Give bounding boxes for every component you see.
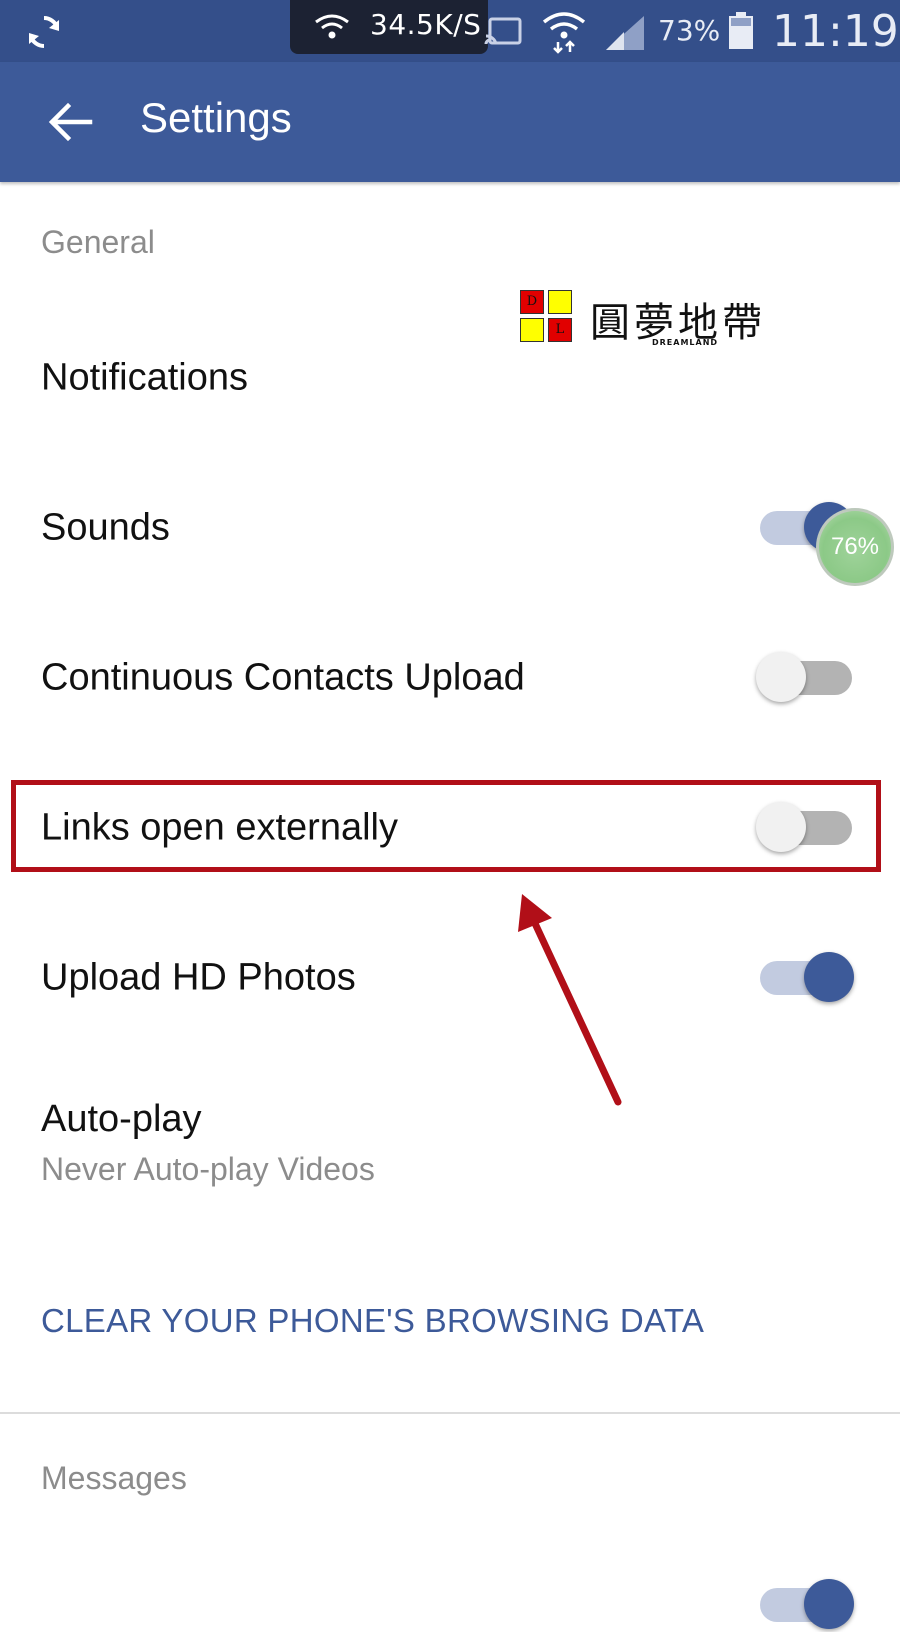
autoplay-title: Auto-play	[41, 1098, 202, 1140]
app-bar: Settings	[0, 62, 900, 182]
setting-row-sounds[interactable]: Sounds	[0, 458, 900, 598]
section-header-general: General	[41, 224, 155, 260]
sync-icon	[29, 16, 59, 48]
logo-square: D	[520, 290, 544, 314]
setting-row-contacts-upload[interactable]: Continuous Contacts Upload	[0, 608, 900, 748]
floating-progress-bubble[interactable]: 76%	[816, 508, 894, 586]
section-header-messages: Messages	[41, 1460, 187, 1496]
toggle-thumb	[756, 652, 806, 702]
divider	[0, 1412, 900, 1414]
network-speed-indicator: 34.5K/S	[290, 0, 488, 54]
status-bar: 34.5K/S 73% 11:19	[0, 0, 900, 62]
cell-signal-icon	[606, 16, 644, 50]
autoplay-value: Never Auto-play Videos	[41, 1151, 375, 1187]
setting-row-autoplay[interactable]: Auto-play Never Auto-play Videos	[41, 1098, 375, 1188]
contacts-upload-toggle[interactable]	[756, 651, 854, 705]
cast-icon	[484, 17, 522, 45]
logo-square	[520, 318, 544, 342]
upload-hd-toggle[interactable]	[758, 951, 854, 1005]
messages-toggle[interactable]	[758, 1578, 854, 1632]
network-speed: 34.5K/S	[370, 8, 482, 41]
logo-subtext: DREAMLAND	[652, 338, 719, 347]
annotation-highlight-box	[11, 780, 881, 872]
annotation-arrow	[518, 894, 622, 1106]
wifi-transfer-icon	[542, 12, 586, 54]
arrow-back-icon[interactable]	[46, 98, 94, 146]
setting-label: Upload HD Photos	[41, 956, 356, 999]
page-title: Settings	[140, 94, 292, 141]
clear-browsing-data-link[interactable]: CLEAR YOUR PHONE'S BROWSING DATA	[41, 1302, 704, 1340]
toggle-thumb	[804, 952, 854, 1002]
battery-icon	[729, 12, 753, 49]
battery-percent: 73%	[658, 14, 721, 47]
wifi-icon	[315, 14, 349, 39]
logo-square: L	[548, 318, 572, 342]
setting-row-upload-hd[interactable]: Upload HD Photos	[0, 908, 900, 1048]
logo-square	[548, 290, 572, 314]
setting-label: Continuous Contacts Upload	[41, 656, 525, 699]
progress-percent: 76%	[830, 533, 880, 560]
setting-label: Notifications	[41, 356, 248, 399]
toggle-thumb	[804, 1579, 854, 1629]
dreamland-logo: D L 圓夢地帶 DREAMLAND	[520, 290, 770, 350]
clock: 11:19	[772, 6, 899, 57]
setting-label: Sounds	[41, 506, 170, 549]
